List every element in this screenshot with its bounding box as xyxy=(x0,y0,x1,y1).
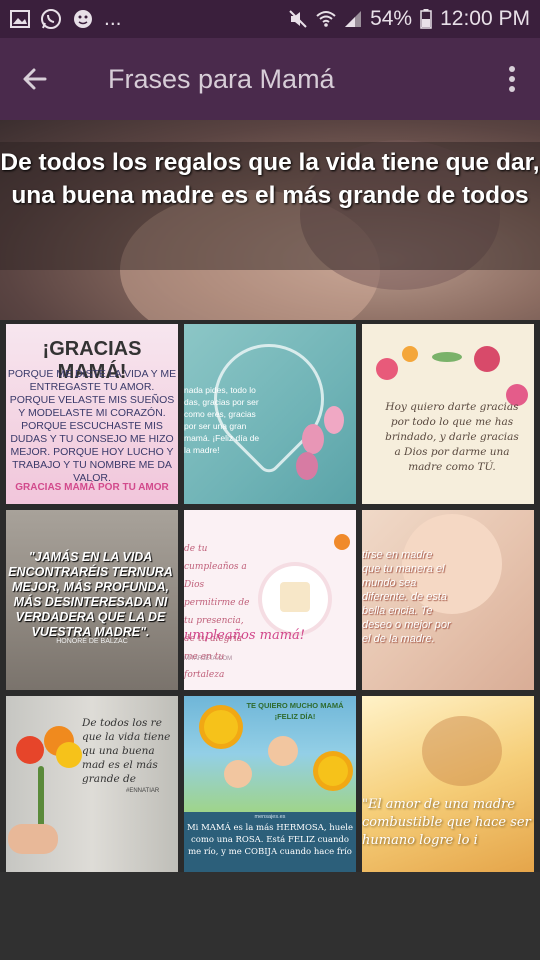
sunflower-icon xyxy=(318,756,348,786)
card-text: "JAMÁS EN LA VIDA ENCONTRARÉIS TERNURA M… xyxy=(8,550,173,639)
flower-icon xyxy=(16,736,44,764)
clock: 12:00 PM xyxy=(440,7,530,30)
card-text: tirse en madre que tu manera el mundo se… xyxy=(362,549,451,645)
tulip-icon xyxy=(324,406,344,434)
flower-icon xyxy=(474,346,500,372)
featured-banner[interactable]: De todos los regalos que la vida tiene q… xyxy=(0,120,540,320)
gallery-item-baby-mother[interactable]: tirse en madre que tu manera el mundo se… xyxy=(362,510,534,690)
card-heading: umpleaños mamá! xyxy=(184,628,306,643)
quote-author: HONORÉ DE BALZAC xyxy=(56,638,128,645)
whatsapp-icon xyxy=(40,8,62,30)
flower-icon xyxy=(56,742,82,768)
tulip-icon xyxy=(296,452,318,480)
card-credit: mensajes.es xyxy=(254,814,286,820)
gallery-item-flowers-quote[interactable]: De todos los re que la vida tiene qu una… xyxy=(6,696,178,872)
bottom-area xyxy=(0,872,540,960)
overflow-menu-button[interactable] xyxy=(484,38,540,120)
gallery-item-sunset-quote[interactable]: "El amor de una madre combustible que ha… xyxy=(362,696,534,872)
wifi-icon xyxy=(316,10,336,28)
card-text: nada pides, todo lo das, gracias por ser… xyxy=(184,385,260,455)
image-gallery: ¡GRACIAS MAMÁ! PORQUE ME DISTE LA VIDA Y… xyxy=(0,320,540,872)
flower-icon xyxy=(402,346,418,362)
gallery-item-floral-thanks[interactable]: Hoy quiero darte gracias por todo lo que… xyxy=(362,324,534,504)
battery-icon xyxy=(420,9,432,29)
featured-quote: De todos los regalos que la vida tiene q… xyxy=(0,149,540,209)
more-vertical-icon xyxy=(509,66,515,92)
sunflower-icon xyxy=(204,710,238,744)
signal-icon xyxy=(344,10,362,28)
child-icon xyxy=(224,760,252,788)
battery-percent: 54% xyxy=(370,7,413,30)
back-button[interactable] xyxy=(0,38,70,120)
mute-icon xyxy=(288,9,308,29)
card-credit: #ENNATIAR xyxy=(126,788,160,794)
mother-icon xyxy=(268,736,298,766)
gallery-item-gracias-mama[interactable]: ¡GRACIAS MAMÁ! PORQUE ME DISTE LA VIDA Y… xyxy=(6,324,178,504)
card-text: "El amor de una madre combustible que ha… xyxy=(362,797,531,848)
hand-icon xyxy=(8,824,58,854)
card-text: Hoy quiero darte gracias por todo lo que… xyxy=(385,401,519,473)
image-icon xyxy=(10,10,30,28)
card-text: De todos los re que la vida tiene qu una… xyxy=(82,717,171,785)
card-credit: MITARJETA.COM xyxy=(184,656,233,662)
more-notifications: ... xyxy=(104,7,122,30)
card-heading: TE QUIERO MUCHO MAMÁ ¡FELIZ DÍA! xyxy=(246,701,344,721)
face-icon xyxy=(72,8,94,30)
mother-child-photo xyxy=(422,716,502,786)
flower-icon xyxy=(376,358,398,380)
app-bar: Frases para Mamá xyxy=(0,38,540,120)
card-text: Mi MAMÁ es la más HERMOSA, huele como un… xyxy=(186,823,354,857)
confetti-icon xyxy=(334,534,350,550)
status-bar: ... 54% 12:00 PM xyxy=(0,0,540,38)
card-text: de tu cumpleaños a Dios permitirme de tu… xyxy=(184,544,250,680)
card-text: PORQUE ME DISTE LA VIDA Y ME ENTREGASTE … xyxy=(7,368,177,484)
leaf-icon xyxy=(432,352,462,362)
gallery-item-kids-poem[interactable]: TE QUIERO MUCHO MAMÁ ¡FELIZ DÍA! mensaje… xyxy=(184,696,356,872)
gallery-item-balzac-quote[interactable]: "JAMÁS EN LA VIDA ENCONTRARÉIS TERNURA M… xyxy=(6,510,178,690)
gallery-item-birthday-card[interactable]: de tu cumpleaños a Dios permitirme de tu… xyxy=(184,510,356,690)
arrow-left-icon xyxy=(23,68,47,90)
card-footer: GRACIAS MAMÁ POR TU AMOR xyxy=(15,482,169,493)
page-title: Frases para Mamá xyxy=(108,63,335,94)
cake-icon xyxy=(280,582,310,612)
tulip-icon xyxy=(302,424,324,454)
gallery-item-heart-tulips[interactable]: nada pides, todo lo das, gracias por ser… xyxy=(184,324,356,504)
